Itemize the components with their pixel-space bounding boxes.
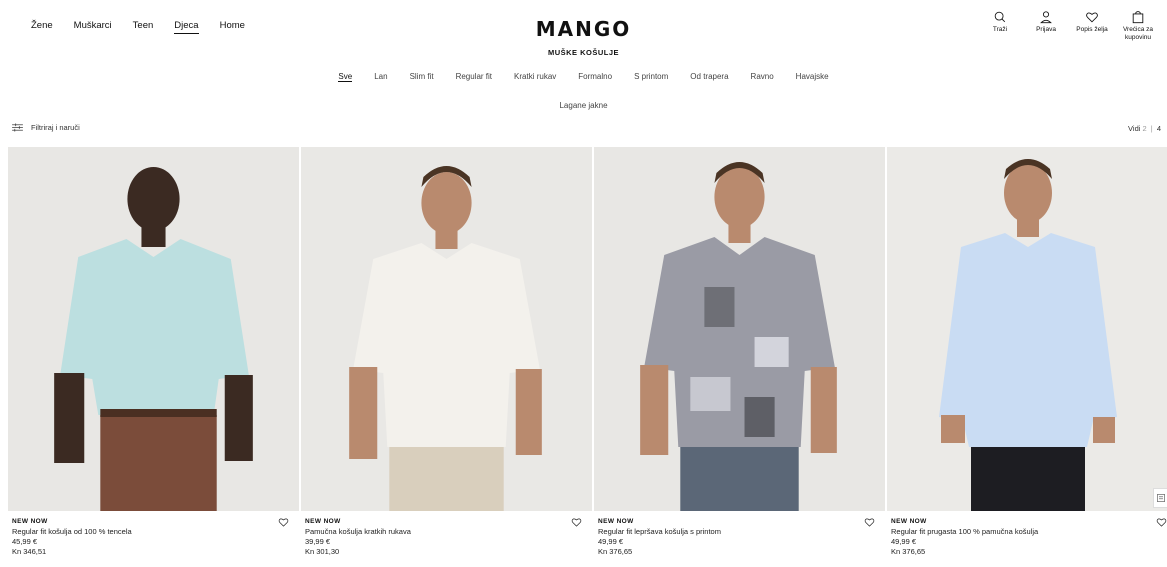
category-lan[interactable]: Lan [374,72,387,82]
filter-button[interactable]: Filtriraj i naruči [12,123,80,132]
model-illustration [8,147,299,511]
category-formalno[interactable]: Formalno [578,72,612,82]
login-button[interactable]: Prijava [1023,10,1069,34]
heart-icon [1086,12,1098,23]
model-illustration [887,147,1167,511]
heart-icon[interactable] [864,517,875,527]
login-label: Prijava [1036,26,1056,33]
wishlist-button[interactable]: Popis želja [1069,10,1115,34]
view-option-4[interactable]: 4 [1157,124,1161,133]
category-lagane-jakne[interactable]: Lagane jakne [559,101,607,110]
category-sve[interactable]: Sve [338,72,353,82]
product-card[interactable]: NEW NOW Pamučna košulja kratkih rukava 3… [301,147,592,557]
category-s-printom[interactable]: S printom [634,72,668,82]
product-price-eur: 49,99 € [598,537,624,546]
product-image[interactable] [301,147,592,511]
utility-bar: Traži Prijava Popis želja Vrećica za kup… [977,10,1161,42]
product-image[interactable] [8,147,299,511]
product-meta: NEW NOW Regular fit košulja od 100 % ten… [8,511,299,557]
product-card[interactable]: NEW NOW Regular fit košulja od 100 % ten… [8,147,299,557]
product-card[interactable]: NEW NOW Regular fit prugasta 100 % pamuč… [887,147,1167,557]
product-price-eur: 45,99 € [12,537,38,546]
filter-label: Filtriraj i naruči [31,123,80,132]
product-badge: NEW NOW [305,518,341,525]
product-price-eur: 39,99 € [305,537,331,546]
product-name[interactable]: Regular fit prugasta 100 % pamučna košul… [891,527,1165,537]
model-illustration [594,147,885,511]
model-illustration [301,147,592,511]
heart-icon[interactable] [278,517,289,527]
category-ravno[interactable]: Ravno [751,72,774,82]
product-meta: NEW NOW Regular fit lepršava košulja s p… [594,511,885,557]
filter-icon [12,123,23,132]
product-card[interactable]: NEW NOW Regular fit lepršava košulja s p… [594,147,885,557]
heart-icon[interactable] [571,517,582,527]
product-price-kn: Kn 301,30 [305,547,340,556]
view-label: Vidi [1128,124,1141,133]
category-kratki-rukav[interactable]: Kratki rukav [514,72,556,82]
category-filters: Sve Lan Slim fit Regular fit Kratki ruka… [0,72,1167,82]
product-name[interactable]: Regular fit lepršava košulja s printom [598,527,881,537]
product-meta: NEW NOW Pamučna košulja kratkih rukava 3… [301,511,592,557]
page-title: MUŠKE KOŠULJE [547,48,620,57]
category-slim-fit[interactable]: Slim fit [410,72,434,82]
heart-icon[interactable] [1156,517,1167,527]
product-name[interactable]: Pamučna košulja kratkih rukava [305,527,588,537]
product-name[interactable]: Regular fit košulja od 100 % tencela [12,527,295,537]
search-button[interactable]: Traži [977,10,1023,34]
product-price-eur: 49,99 € [891,537,917,546]
product-price-kn: Kn 346,51 [12,547,47,556]
chat-button[interactable] [1153,488,1167,508]
product-badge: NEW NOW [598,518,634,525]
bag-icon [1132,11,1144,24]
product-image[interactable] [594,147,885,511]
product-price-kn: Kn 376,65 [598,547,633,556]
category-regular-fit[interactable]: Regular fit [456,72,492,82]
category-havajske[interactable]: Havajske [796,72,829,82]
product-price-kn: Kn 376,65 [891,547,926,556]
view-toggle: Vidi 2 | 4 [1128,124,1161,133]
product-grid: NEW NOW Regular fit košulja od 100 % ten… [8,147,1167,557]
product-meta: NEW NOW Regular fit prugasta 100 % pamuč… [887,511,1167,557]
view-option-2[interactable]: 2 [1143,124,1147,133]
product-badge: NEW NOW [12,518,48,525]
user-icon [1040,11,1052,24]
category-od-trapera[interactable]: Od trapera [690,72,728,82]
search-label: Traži [992,26,1008,33]
bag-button[interactable]: Vrećica za kupovinu [1115,10,1161,42]
product-badge: NEW NOW [891,518,927,525]
search-icon [994,11,1006,23]
wishlist-label: Popis želja [1076,26,1108,33]
product-image[interactable] [887,147,1167,511]
view-separator: | [1150,124,1153,133]
bag-label: Vrećica za kupovinu [1122,26,1154,41]
chat-icon [1156,494,1165,502]
category-filters-row2: Lagane jakne [0,95,1167,113]
